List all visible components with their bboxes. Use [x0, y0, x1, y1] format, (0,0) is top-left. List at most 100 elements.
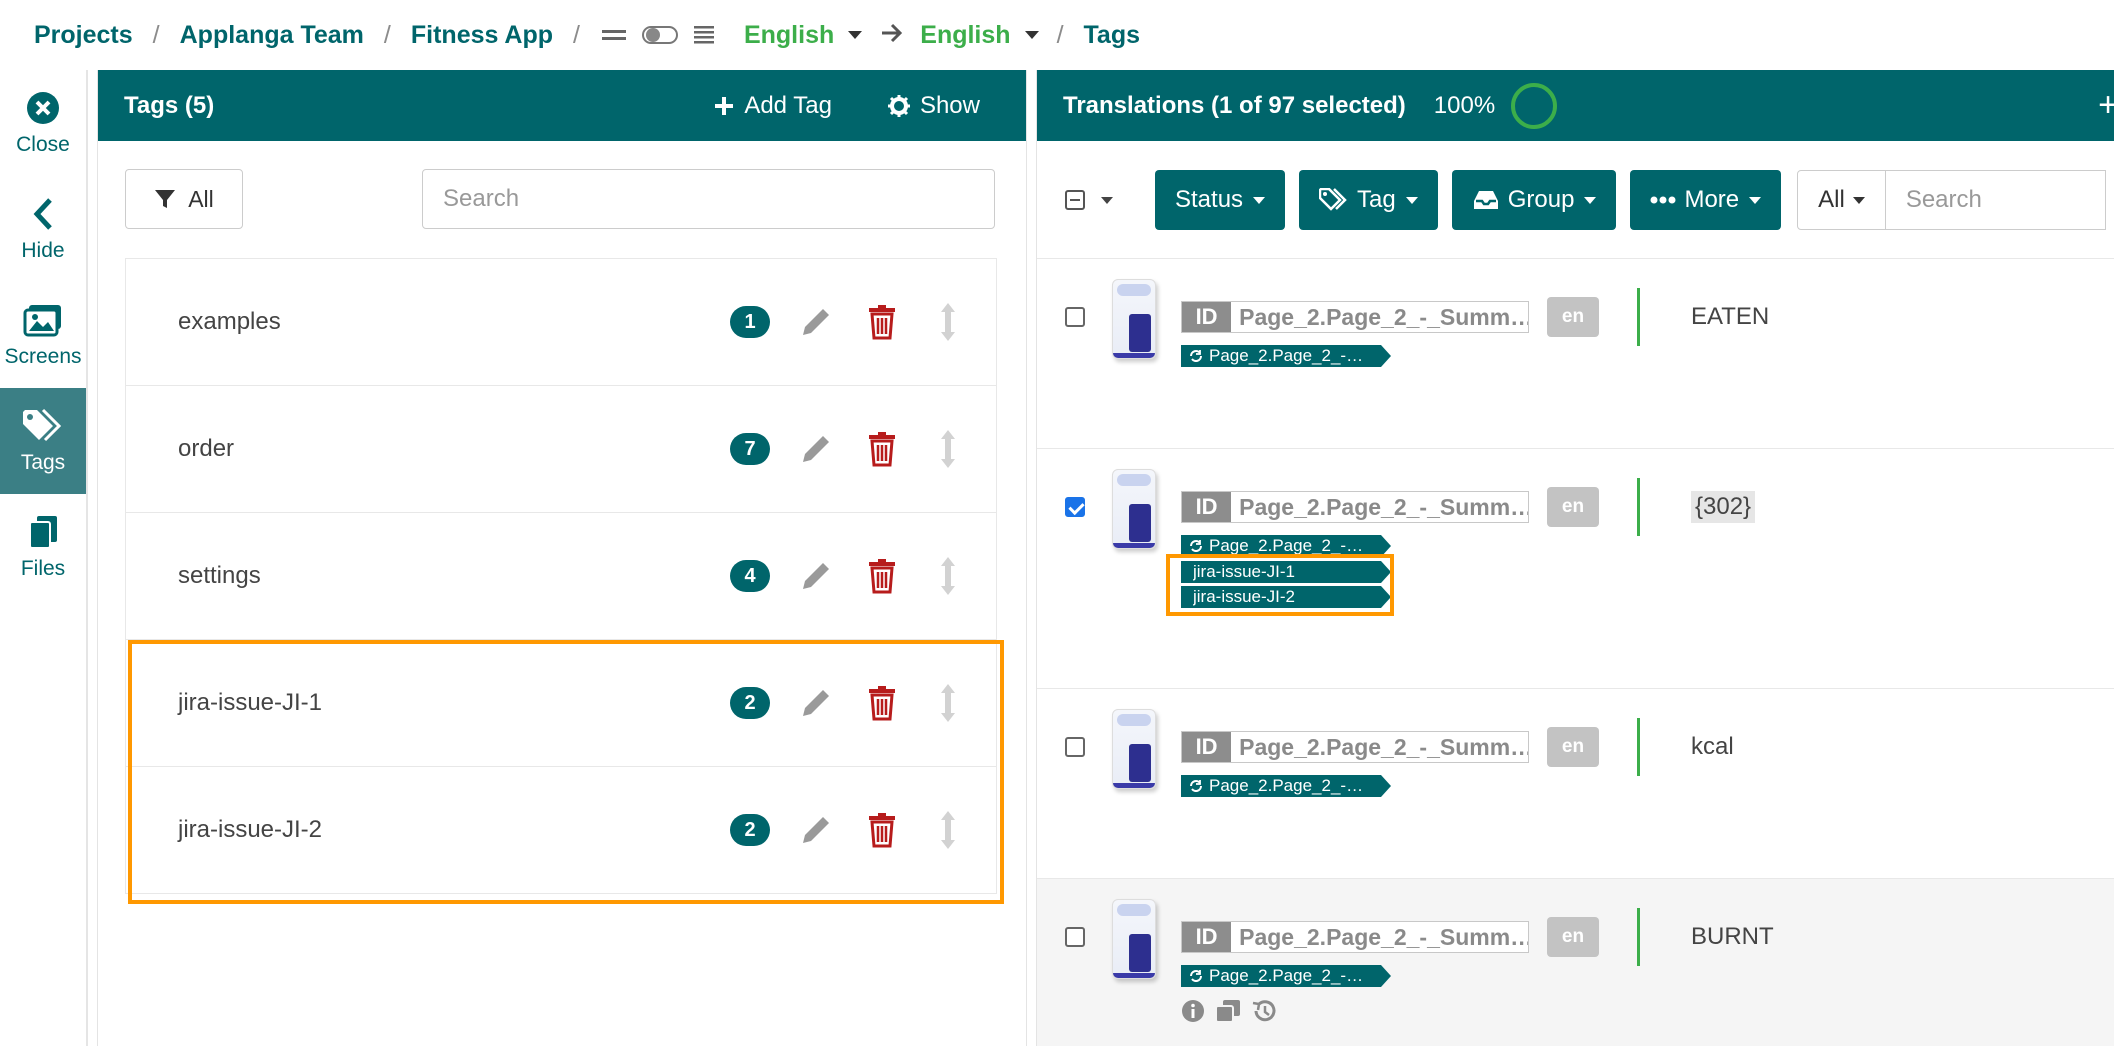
group-tag-chip[interactable]: Page_2.Page_2_-…	[1181, 965, 1391, 987]
nav-tags-label: Tags	[20, 451, 66, 474]
breadcrumb-team[interactable]: Applanga Team	[180, 21, 364, 50]
tag-button[interactable]: Tag	[1299, 170, 1438, 230]
jira-tag-chip[interactable]: jira-issue-JI-2	[1181, 586, 1391, 608]
group-button[interactable]: Group	[1451, 170, 1617, 230]
nav-tags[interactable]: Tags	[0, 388, 86, 494]
pencil-icon[interactable]	[796, 432, 836, 466]
group-tag-label: Page_2.Page_2_-…	[1209, 346, 1364, 365]
pencil-icon[interactable]	[796, 305, 836, 339]
key-id-field[interactable]: ID Page_2.Page_2_-_Summ…	[1181, 491, 1529, 523]
group-tag-chip[interactable]: Page_2.Page_2_-…	[1181, 535, 1391, 557]
tag-count-badge: 1	[730, 306, 770, 338]
screenshot-thumbnail[interactable]	[1112, 469, 1156, 549]
status-button[interactable]: Status	[1155, 170, 1286, 230]
jira-tag-chip[interactable]: jira-issue-JI-1	[1181, 561, 1391, 583]
nav-files[interactable]: Files	[0, 494, 86, 600]
tag-label: Tag	[1357, 186, 1396, 213]
trash-icon[interactable]	[862, 431, 902, 467]
translations-filter-label: All	[1818, 186, 1845, 213]
files-icon	[27, 513, 59, 551]
nav-close[interactable]: Close	[0, 70, 86, 176]
chevron-down-icon[interactable]	[1024, 31, 1039, 39]
nav-screens[interactable]: Screens	[0, 282, 86, 388]
trash-icon[interactable]	[862, 304, 902, 340]
breadcrumb-app[interactable]: Fitness App	[411, 21, 553, 50]
breadcrumb-projects[interactable]: Projects	[34, 21, 133, 50]
tag-row[interactable]: jira-issue-JI-1 2	[126, 640, 996, 767]
pencil-icon[interactable]	[796, 813, 836, 847]
screenshot-thumbnail[interactable]	[1112, 899, 1156, 979]
tag-row[interactable]: examples 1	[126, 259, 996, 386]
screenshot-thumbnail[interactable]	[1112, 709, 1156, 789]
translations-search-input[interactable]	[1885, 170, 2106, 230]
nav-close-label: Close	[16, 133, 70, 156]
tag-name: examples	[178, 308, 281, 335]
tag-name: jira-issue-JI-2	[178, 816, 323, 843]
gear-icon	[887, 94, 910, 117]
translations-filter-select[interactable]: All	[1797, 170, 1886, 230]
key-id-value: Page_2.Page_2_-_Summ…	[1239, 303, 1528, 330]
info-icon[interactable]	[1181, 999, 1205, 1028]
ellipsis-icon	[1650, 196, 1676, 204]
tag-row[interactable]: settings 4	[126, 513, 996, 640]
row-checkbox[interactable]	[1065, 737, 1085, 757]
group-tag-chip[interactable]: Page_2.Page_2_-…	[1181, 345, 1391, 367]
layout-lines-icon[interactable]	[600, 27, 628, 43]
select-all-checkbox[interactable]	[1065, 190, 1085, 210]
nav-hide[interactable]: Hide	[0, 176, 86, 282]
tags-search-input[interactable]	[422, 169, 995, 229]
key-id-field[interactable]: ID Page_2.Page_2_-_Summ…	[1181, 921, 1529, 953]
progress-ring-icon	[1511, 82, 1558, 129]
translation-row[interactable]: ID Page_2.Page_2_-_Summ… en kcal Page_2.…	[1037, 688, 2114, 878]
target-language-select[interactable]: English	[920, 21, 1010, 50]
history-icon[interactable]	[1251, 999, 1277, 1028]
list-icon[interactable]	[692, 23, 716, 47]
trash-icon[interactable]	[862, 812, 902, 848]
plus-icon	[714, 96, 734, 116]
translation-row[interactable]: ID Page_2.Page_2_-_Summ… en {302} Page_2…	[1037, 448, 2114, 688]
tag-count-badge: 2	[730, 687, 770, 719]
trash-icon[interactable]	[862, 685, 902, 721]
row-checkbox[interactable]	[1065, 497, 1085, 517]
drag-handle-icon[interactable]	[928, 556, 968, 596]
translation-value[interactable]: BURNT	[1691, 923, 1774, 951]
language-badge: en	[1547, 917, 1599, 957]
nav-files-label: Files	[20, 557, 66, 580]
drag-handle-icon[interactable]	[928, 429, 968, 469]
key-id-field[interactable]: ID Page_2.Page_2_-_Summ…	[1181, 301, 1529, 333]
chevron-down-icon	[1852, 196, 1865, 204]
trash-icon[interactable]	[862, 558, 902, 594]
more-button[interactable]: More	[1630, 170, 1782, 230]
screenshot-thumbnail[interactable]	[1112, 279, 1156, 359]
row-checkbox[interactable]	[1065, 307, 1085, 327]
translation-value[interactable]: kcal	[1691, 733, 1734, 761]
pencil-icon[interactable]	[796, 686, 836, 720]
drag-handle-icon[interactable]	[928, 810, 968, 850]
translation-value[interactable]: {302}	[1691, 491, 1756, 523]
tags-panel: Tags (5) Add Tag Show All examples 1	[97, 70, 1027, 1046]
drag-handle-icon[interactable]	[928, 683, 968, 723]
translation-row[interactable]: ID Page_2.Page_2_-_Summ… en BURNT Page_2…	[1037, 878, 2114, 1046]
translation-row[interactable]: ID Page_2.Page_2_-_Summ… en EATEN Page_2…	[1037, 258, 2114, 448]
show-button[interactable]: Show	[887, 92, 980, 120]
completion-percent: 100%	[1433, 91, 1496, 119]
tag-filter-button[interactable]: All	[125, 169, 243, 229]
more-label: More	[1684, 186, 1740, 213]
id-label: ID	[1182, 922, 1232, 952]
group-tag-chip[interactable]: Page_2.Page_2_-…	[1181, 775, 1391, 797]
pencil-icon[interactable]	[796, 559, 836, 593]
group-tag-label: Page_2.Page_2_-…	[1209, 536, 1364, 555]
add-tag-button[interactable]: Add Tag	[714, 92, 832, 120]
toggle-icon[interactable]	[641, 25, 678, 45]
copy-icon[interactable]	[1215, 999, 1241, 1028]
plus-icon[interactable]: +	[2098, 86, 2114, 125]
chevron-down-icon[interactable]	[1101, 196, 1113, 204]
tag-row[interactable]: order 7	[126, 386, 996, 513]
key-id-field[interactable]: ID Page_2.Page_2_-_Summ…	[1181, 731, 1529, 763]
translation-value[interactable]: EATEN	[1691, 303, 1769, 331]
chevron-down-icon[interactable]	[848, 31, 863, 39]
source-language-select[interactable]: English	[744, 21, 834, 50]
row-checkbox[interactable]	[1065, 927, 1085, 947]
tag-row[interactable]: jira-issue-JI-2 2	[126, 767, 996, 894]
drag-handle-icon[interactable]	[928, 302, 968, 342]
